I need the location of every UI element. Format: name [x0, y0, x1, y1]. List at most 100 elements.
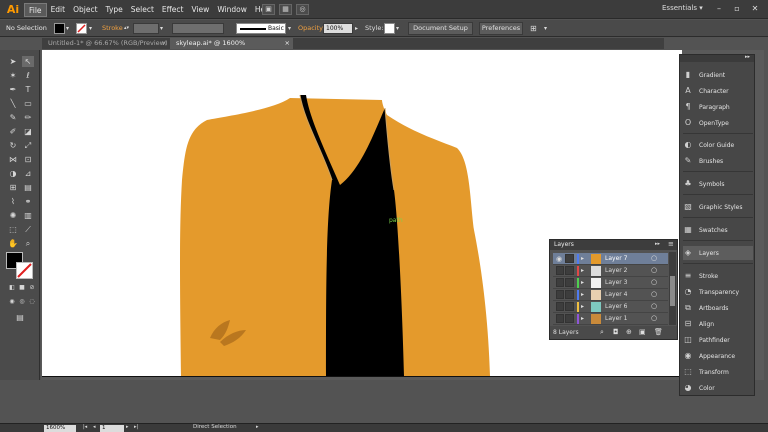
- target-circle-icon[interactable]: ○: [651, 278, 657, 286]
- brush-dropdown-icon[interactable]: ▾: [288, 23, 291, 34]
- dock-item-transparency[interactable]: ◔ Transparency: [683, 285, 753, 299]
- tab-close-icon[interactable]: ×: [285, 38, 290, 49]
- free-transform-tool-icon[interactable]: ⊡: [22, 154, 34, 165]
- stroke-dropdown-icon[interactable]: ▾: [89, 23, 92, 34]
- dock-item-align[interactable]: ⊟ Align: [683, 317, 753, 331]
- selection-tool-icon[interactable]: ➤: [7, 56, 19, 67]
- direct-selection-tool-icon[interactable]: ↖: [22, 56, 34, 67]
- dock-item-paragraph[interactable]: ¶ Paragraph: [683, 100, 753, 114]
- dock-item-brushes[interactable]: ✎ Brushes: [683, 154, 753, 168]
- layer-row[interactable]: ▸ Layer 2 ○: [553, 265, 668, 277]
- target-circle-icon[interactable]: ○: [651, 254, 657, 262]
- dock-item-graphic-styles[interactable]: ▧ Graphic Styles: [683, 200, 753, 214]
- scrollbar-thumb[interactable]: [670, 276, 675, 306]
- spiral-icon[interactable]: ◎: [296, 4, 309, 15]
- stroke-weight-field[interactable]: [133, 23, 159, 34]
- zoom-field[interactable]: 1600%: [44, 425, 76, 432]
- menu-type[interactable]: Type: [102, 3, 127, 17]
- shape-builder-tool-icon[interactable]: ◑: [7, 168, 19, 179]
- dock-item-opentype[interactable]: O OpenType: [683, 116, 753, 130]
- target-circle-icon[interactable]: ○: [651, 302, 657, 310]
- rectangle-tool-icon[interactable]: ▭: [22, 98, 34, 109]
- new-layer-icon[interactable]: ▣: [639, 328, 646, 336]
- workspace-switcher[interactable]: Essentials ▾: [662, 4, 703, 12]
- menu-edit[interactable]: Edit: [47, 3, 70, 17]
- layer-name[interactable]: Layer 6: [605, 303, 627, 310]
- artboard-tool-icon[interactable]: ⬚: [7, 224, 19, 235]
- dock-item-character[interactable]: A Character: [683, 84, 753, 98]
- clipping-mask-icon[interactable]: ◘: [613, 328, 619, 336]
- layer-name[interactable]: Layer 4: [605, 291, 627, 298]
- layer-row[interactable]: ▸ Layer 3 ○: [553, 277, 668, 289]
- arrange-icon[interactable]: ⊞: [530, 23, 537, 34]
- dock-item-gradient[interactable]: ▮ Gradient: [683, 68, 753, 82]
- bridge-icon[interactable]: ▣: [262, 4, 275, 15]
- mesh-tool-icon[interactable]: ⊞: [7, 182, 19, 193]
- blend-tool-icon[interactable]: ⚭: [22, 196, 34, 207]
- dock-item-stroke[interactable]: ≡ Stroke: [683, 269, 753, 283]
- zoom-tool-icon[interactable]: ⌕: [22, 238, 34, 249]
- eraser-tool-icon[interactable]: ◪: [22, 126, 34, 137]
- blob-brush-tool-icon[interactable]: ✐: [7, 126, 19, 137]
- target-circle-icon[interactable]: ○: [651, 314, 657, 322]
- slice-tool-icon[interactable]: ⟋: [22, 224, 34, 235]
- prev-artboard-icon[interactable]: ◂: [93, 424, 96, 430]
- layer-name[interactable]: Layer 1: [605, 315, 627, 322]
- stroke-label[interactable]: Stroke: [102, 23, 123, 34]
- lock-toggle[interactable]: [565, 278, 574, 287]
- layer-row[interactable]: ▸ Layer 1 ○: [553, 313, 668, 325]
- dock-item-swatches[interactable]: ▦ Swatches: [683, 223, 753, 237]
- fill-dropdown-icon[interactable]: ▾: [66, 23, 69, 34]
- variable-width-dropdown[interactable]: [172, 23, 224, 34]
- layer-name[interactable]: Layer 7: [605, 255, 627, 262]
- lasso-tool-icon[interactable]: ℓ: [22, 70, 34, 81]
- target-circle-icon[interactable]: ○: [651, 266, 657, 274]
- paintbrush-tool-icon[interactable]: ✎: [7, 112, 19, 123]
- visibility-toggle[interactable]: [556, 302, 564, 311]
- dock-item-pathfinder[interactable]: ◫ Pathfinder: [683, 333, 753, 347]
- stroke-swatch[interactable]: [76, 23, 87, 34]
- menu-effect[interactable]: Effect: [158, 3, 188, 17]
- delete-layer-icon[interactable]: 🗑: [654, 328, 663, 336]
- status-menu-icon[interactable]: ▸: [256, 424, 259, 430]
- opacity-dropdown-icon[interactable]: ▸: [355, 23, 358, 34]
- first-artboard-icon[interactable]: |◂: [83, 424, 87, 430]
- collapse-dock-icon[interactable]: ▸▸: [745, 54, 750, 60]
- pen-tool-icon[interactable]: ✒: [7, 84, 19, 95]
- opacity-field[interactable]: 100%: [323, 23, 353, 34]
- visibility-toggle[interactable]: [556, 290, 564, 299]
- width-tool-icon[interactable]: ⋈: [7, 154, 19, 165]
- expand-arrow-icon[interactable]: ▸: [581, 255, 584, 262]
- fill-swatch[interactable]: [54, 23, 65, 34]
- menu-view[interactable]: View: [188, 3, 214, 17]
- tab-close-icon[interactable]: ×: [162, 38, 167, 49]
- pencil-tool-icon[interactable]: ✏: [22, 112, 34, 123]
- target-circle-icon[interactable]: ○: [651, 290, 657, 298]
- layer-name[interactable]: Layer 3: [605, 279, 627, 286]
- control-panel-menu-icon[interactable]: ▾: [544, 23, 547, 34]
- eyedropper-tool-icon[interactable]: ⌇: [7, 196, 19, 207]
- stroke-weight-dropdown-icon[interactable]: ▾: [160, 23, 163, 34]
- opacity-label[interactable]: Opacity:: [298, 23, 325, 34]
- dock-header[interactable]: ▸▸: [680, 54, 754, 62]
- menu-select[interactable]: Select: [127, 3, 158, 17]
- dock-item-symbols[interactable]: ♣ Symbols: [683, 177, 753, 191]
- rotate-tool-icon[interactable]: ↻: [7, 140, 19, 151]
- lock-toggle[interactable]: [565, 290, 574, 299]
- visibility-eye-icon[interactable]: ◉: [556, 255, 562, 263]
- collapse-panel-icon[interactable]: ▸▸: [655, 241, 660, 247]
- draw-inside-icon[interactable]: ◌: [26, 296, 38, 307]
- zoom-dropdown-icon[interactable]: ▾: [68, 424, 71, 430]
- tab-skyleap[interactable]: skyleap.ai* @ 1600% (RGB/Preview) ×: [170, 38, 293, 58]
- dock-item-transform[interactable]: ⬚ Transform: [683, 365, 753, 379]
- locate-object-icon[interactable]: ⌕: [600, 328, 604, 337]
- layers-scrollbar[interactable]: [669, 252, 676, 325]
- brush-definition-dropdown[interactable]: Basic: [236, 23, 286, 34]
- lock-toggle[interactable]: [565, 266, 574, 275]
- visibility-toggle[interactable]: [556, 266, 564, 275]
- stroke-stepper[interactable]: ▴▾: [124, 23, 129, 34]
- layer-row[interactable]: ▸ Layer 4 ○: [553, 289, 668, 301]
- menu-file[interactable]: File: [24, 3, 47, 17]
- visibility-toggle[interactable]: [556, 314, 564, 323]
- tab-untitled-1[interactable]: Untitled-1* @ 66.67% (RGB/Preview) ×: [42, 38, 170, 49]
